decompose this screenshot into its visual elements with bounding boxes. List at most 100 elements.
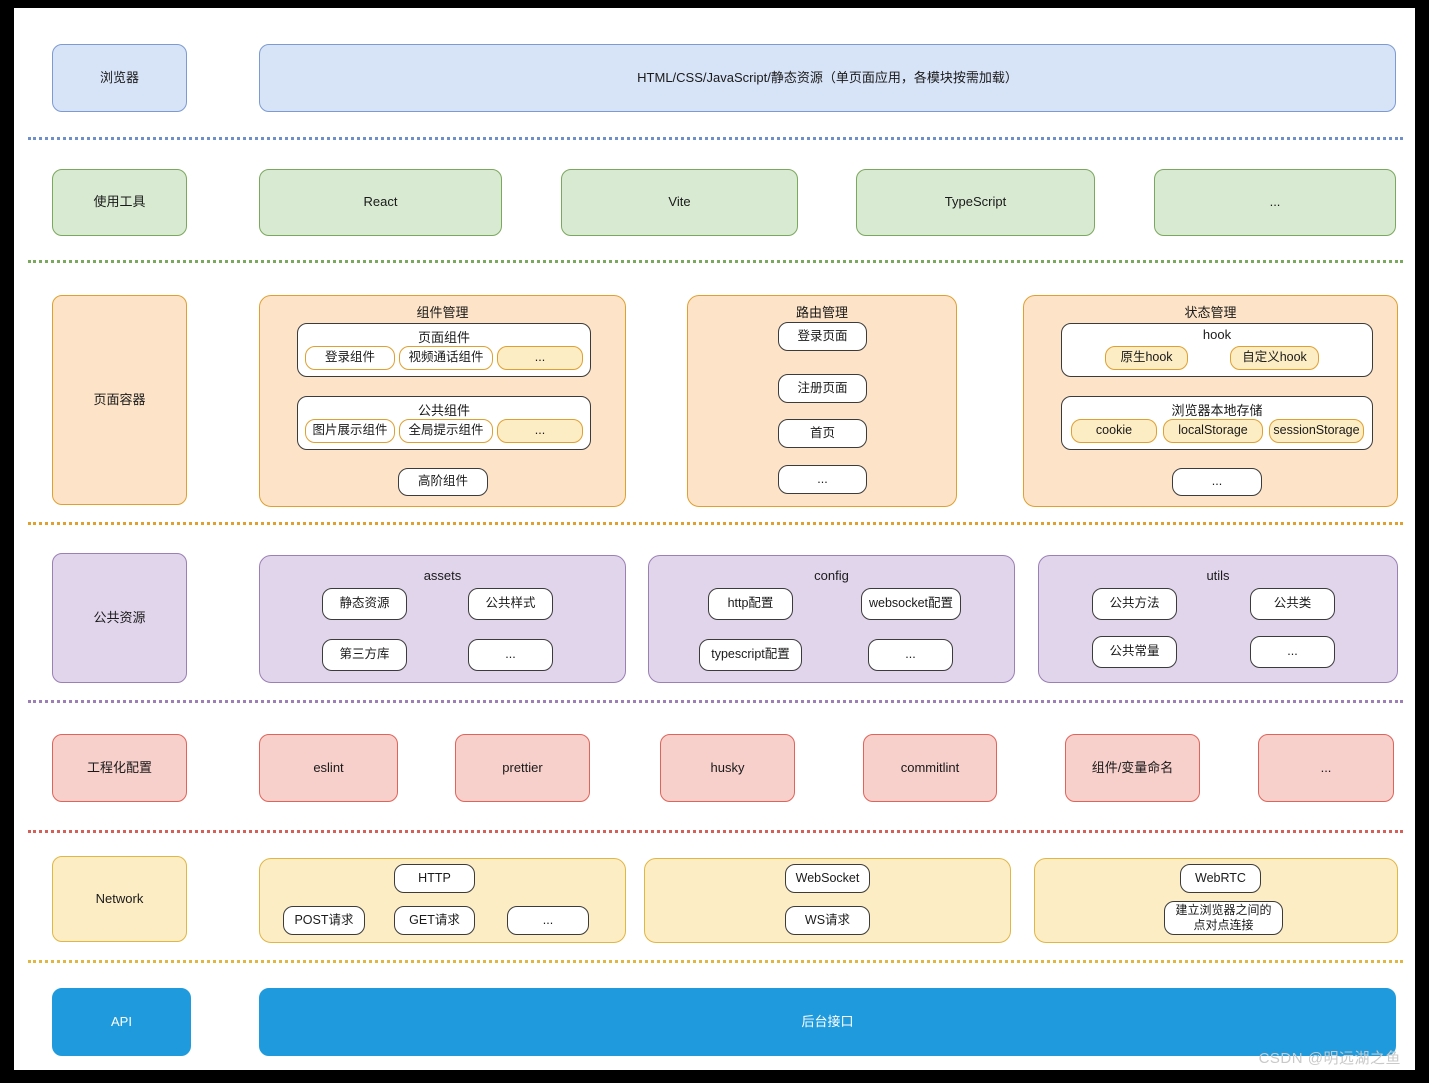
state-more-text: ... bbox=[1211, 474, 1223, 489]
subgroup-browser-local-storage-title: 浏览器本地存储 bbox=[1171, 403, 1263, 418]
assets-common-style: 公共样式 bbox=[468, 588, 553, 620]
page-component-more: ... bbox=[497, 346, 583, 370]
subgroup-page-components-title: 页面组件 bbox=[417, 330, 470, 345]
group-utils: utils 公共方法 公共类 公共常量 ... bbox=[1038, 555, 1398, 683]
hoc-component: 高阶组件 bbox=[398, 468, 488, 496]
group-assets-title: assets bbox=[423, 568, 462, 583]
storage-cookie: cookie bbox=[1071, 419, 1157, 443]
layer-label-browser-text: 浏览器 bbox=[99, 69, 139, 85]
layer-label-browser: 浏览器 bbox=[52, 44, 187, 112]
network-ws-request: WS请求 bbox=[785, 906, 870, 935]
separator-public-resource bbox=[28, 700, 1403, 703]
config-websocket-text: websocket配置 bbox=[868, 596, 954, 611]
layer-label-engineering: 工程化配置 bbox=[52, 734, 187, 802]
storage-session-storage-text: sessionStorage bbox=[1273, 423, 1360, 438]
utils-common-constant-text: 公共常量 bbox=[1109, 644, 1160, 659]
subgroup-page-components: 页面组件 登录组件 视频通话组件 ... bbox=[297, 323, 591, 377]
group-utils-title: utils bbox=[1206, 568, 1230, 583]
browser-banner: HTML/CSS/JavaScript/静态资源（单页面应用，各模块按需加载） bbox=[259, 44, 1396, 112]
network-ws-request-text: WS请求 bbox=[804, 912, 851, 927]
engineering-item-husky-text: husky bbox=[710, 759, 745, 775]
group-state-management: 状态管理 hook 原生hook 自定义hook 浏览器本地存储 cookie … bbox=[1023, 295, 1398, 507]
layer-label-tools: 使用工具 bbox=[52, 169, 187, 236]
layer-label-network-text: Network bbox=[95, 890, 144, 906]
api-banner-text: 后台接口 bbox=[801, 1013, 854, 1029]
utils-more-text: ... bbox=[1287, 644, 1298, 659]
subgroup-hook: hook 原生hook 自定义hook bbox=[1061, 323, 1373, 377]
common-component-more-text: ... bbox=[534, 423, 546, 438]
group-config: config http配置 websocket配置 typescript配置 .… bbox=[648, 555, 1015, 683]
network-http-post-text: POST请求 bbox=[294, 912, 354, 927]
route-more-text: ... bbox=[817, 471, 828, 486]
browser-banner-text: HTML/CSS/JavaScript/静态资源（单页面应用，各模块按需加载） bbox=[637, 69, 1018, 85]
route-register-page-text: 注册页面 bbox=[797, 380, 848, 395]
route-login-page: 登录页面 bbox=[778, 322, 867, 351]
storage-cookie-text: cookie bbox=[1095, 423, 1133, 438]
hook-custom: 自定义hook bbox=[1230, 346, 1319, 370]
route-login-page-text: 登录页面 bbox=[797, 328, 848, 343]
config-websocket: websocket配置 bbox=[861, 588, 961, 620]
engineering-item-eslint: eslint bbox=[259, 734, 398, 802]
network-webrtc-desc-text: 建立浏览器之间的 点对点连接 bbox=[1175, 903, 1272, 932]
layer-label-public-resource: 公共资源 bbox=[52, 553, 187, 683]
utils-common-class-text: 公共类 bbox=[1273, 596, 1312, 611]
config-http-text: http配置 bbox=[727, 596, 774, 611]
network-http-more-text: ... bbox=[542, 912, 554, 927]
layer-label-tools-text: 使用工具 bbox=[93, 194, 146, 210]
page-component-login: 登录组件 bbox=[305, 346, 395, 370]
config-http: http配置 bbox=[708, 588, 793, 620]
page-component-more-text: ... bbox=[534, 350, 546, 365]
group-state-management-title: 状态管理 bbox=[1184, 305, 1237, 320]
utils-common-constant: 公共常量 bbox=[1092, 636, 1177, 668]
layer-label-page-container: 页面容器 bbox=[52, 295, 187, 505]
assets-common-style-text: 公共样式 bbox=[485, 596, 536, 611]
subgroup-hook-title: hook bbox=[1202, 327, 1232, 342]
common-component-more: ... bbox=[497, 419, 583, 443]
group-component-management: 组件管理 页面组件 登录组件 视频通话组件 ... 公共组件 图片展示组件 全局… bbox=[259, 295, 626, 507]
config-more-text: ... bbox=[905, 647, 916, 662]
state-more: ... bbox=[1172, 468, 1262, 496]
separator-browser bbox=[28, 137, 1403, 140]
hook-native: 原生hook bbox=[1105, 346, 1188, 370]
api-banner: 后台接口 bbox=[259, 988, 1396, 1056]
tool-item-vite: Vite bbox=[561, 169, 798, 236]
network-webrtc-head: WebRTC bbox=[1180, 864, 1261, 893]
assets-more-text: ... bbox=[505, 647, 516, 662]
separator-tools bbox=[28, 260, 1403, 263]
common-component-image-display-text: 图片展示组件 bbox=[312, 423, 388, 438]
network-webrtc-desc: 建立浏览器之间的 点对点连接 bbox=[1164, 901, 1283, 935]
subgroup-common-components: 公共组件 图片展示组件 全局提示组件 ... bbox=[297, 396, 591, 450]
engineering-item-naming-text: 组件/变量命名 bbox=[1091, 759, 1174, 775]
assets-third-party-library: 第三方库 bbox=[322, 639, 407, 671]
route-home-page: 首页 bbox=[778, 419, 867, 448]
page-component-video-call-text: 视频通话组件 bbox=[408, 350, 484, 365]
tool-item-react: React bbox=[259, 169, 502, 236]
route-more: ... bbox=[778, 465, 867, 494]
engineering-item-commitlint-text: commitlint bbox=[900, 759, 960, 775]
common-component-image-display: 图片展示组件 bbox=[305, 419, 395, 443]
watermark: CSDN @明远湖之鱼 bbox=[1258, 1050, 1401, 1067]
group-websocket: WebSocket WS请求 bbox=[644, 858, 1011, 943]
tool-item-react-text: React bbox=[363, 194, 398, 210]
hook-custom-text: 自定义hook bbox=[1242, 350, 1307, 365]
diagram-canvas: 浏览器 HTML/CSS/JavaScript/静态资源（单页面应用，各模块按需… bbox=[14, 8, 1415, 1070]
tool-item-vite-text: Vite bbox=[668, 194, 691, 210]
route-register-page: 注册页面 bbox=[778, 374, 867, 403]
group-route-management: 路由管理 登录页面 注册页面 首页 ... bbox=[687, 295, 957, 507]
network-webrtc-head-text: WebRTC bbox=[1195, 870, 1246, 885]
subgroup-common-components-title: 公共组件 bbox=[417, 403, 470, 418]
engineering-item-prettier: prettier bbox=[455, 734, 590, 802]
common-component-global-toast: 全局提示组件 bbox=[399, 419, 493, 443]
engineering-item-husky: husky bbox=[660, 734, 795, 802]
assets-third-party-library-text: 第三方库 bbox=[339, 647, 390, 662]
tool-item-more: ... bbox=[1154, 169, 1396, 236]
utils-common-class: 公共类 bbox=[1250, 588, 1335, 620]
config-typescript: typescript配置 bbox=[699, 639, 802, 671]
group-component-management-title: 组件管理 bbox=[416, 305, 469, 320]
group-config-title: config bbox=[814, 568, 849, 583]
tool-item-typescript-text: TypeScript bbox=[944, 194, 1007, 210]
separator-engineering bbox=[28, 830, 1403, 833]
layer-label-network: Network bbox=[52, 856, 187, 942]
layer-label-public-resource-text: 公共资源 bbox=[93, 609, 146, 625]
page-component-video-call: 视频通话组件 bbox=[399, 346, 493, 370]
